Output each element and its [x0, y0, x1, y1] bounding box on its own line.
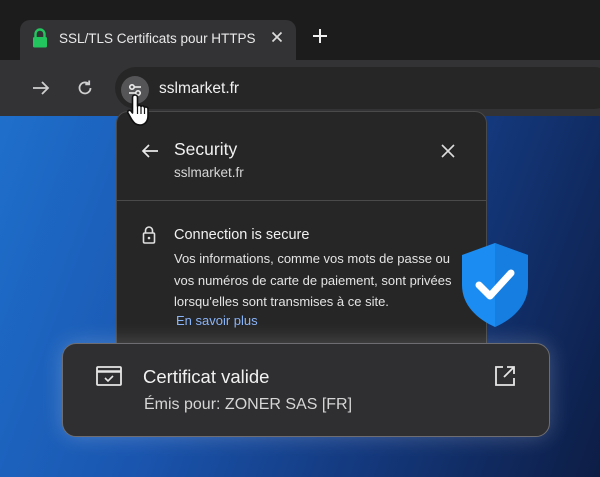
back-arrow-icon[interactable] — [141, 143, 159, 164]
open-external-icon[interactable] — [493, 364, 517, 393]
certificate-issued-to: Émis pour: ZONER SAS [FR] — [144, 396, 353, 413]
lock-icon — [31, 28, 49, 53]
close-tab-icon[interactable] — [268, 28, 286, 51]
connection-title: Connection is secure — [174, 227, 310, 243]
certificate-card[interactable]: Certificat valide Émis pour: ZONER SAS [… — [62, 343, 550, 437]
divider — [117, 200, 486, 201]
lock-outline-icon — [141, 225, 157, 250]
popup-site: sslmarket.fr — [174, 165, 244, 180]
security-popup: Security sslmarket.fr Connection is secu… — [116, 111, 487, 361]
popup-title: Security — [174, 139, 238, 159]
learn-more-link[interactable]: En savoir plus — [176, 313, 258, 328]
certificate-icon — [96, 365, 122, 392]
url-text[interactable]: sslmarket.fr — [159, 80, 239, 98]
browser-tab[interactable]: SSL/TLS Certificats pour HTTPS — [20, 20, 296, 60]
certificate-title: Certificat valide — [143, 366, 270, 387]
new-tab-icon[interactable] — [309, 25, 331, 52]
tab-title: SSL/TLS Certificats pour HTTPS — [59, 31, 256, 46]
reload-icon[interactable] — [74, 77, 96, 104]
shield-check-icon — [459, 241, 531, 334]
forward-arrow-icon[interactable] — [30, 78, 52, 103]
browser-toolbar — [0, 60, 600, 116]
connection-description: Vos informations, comme vos mots de pass… — [174, 251, 452, 309]
hand-cursor-icon — [124, 92, 156, 133]
close-icon[interactable] — [440, 143, 456, 164]
